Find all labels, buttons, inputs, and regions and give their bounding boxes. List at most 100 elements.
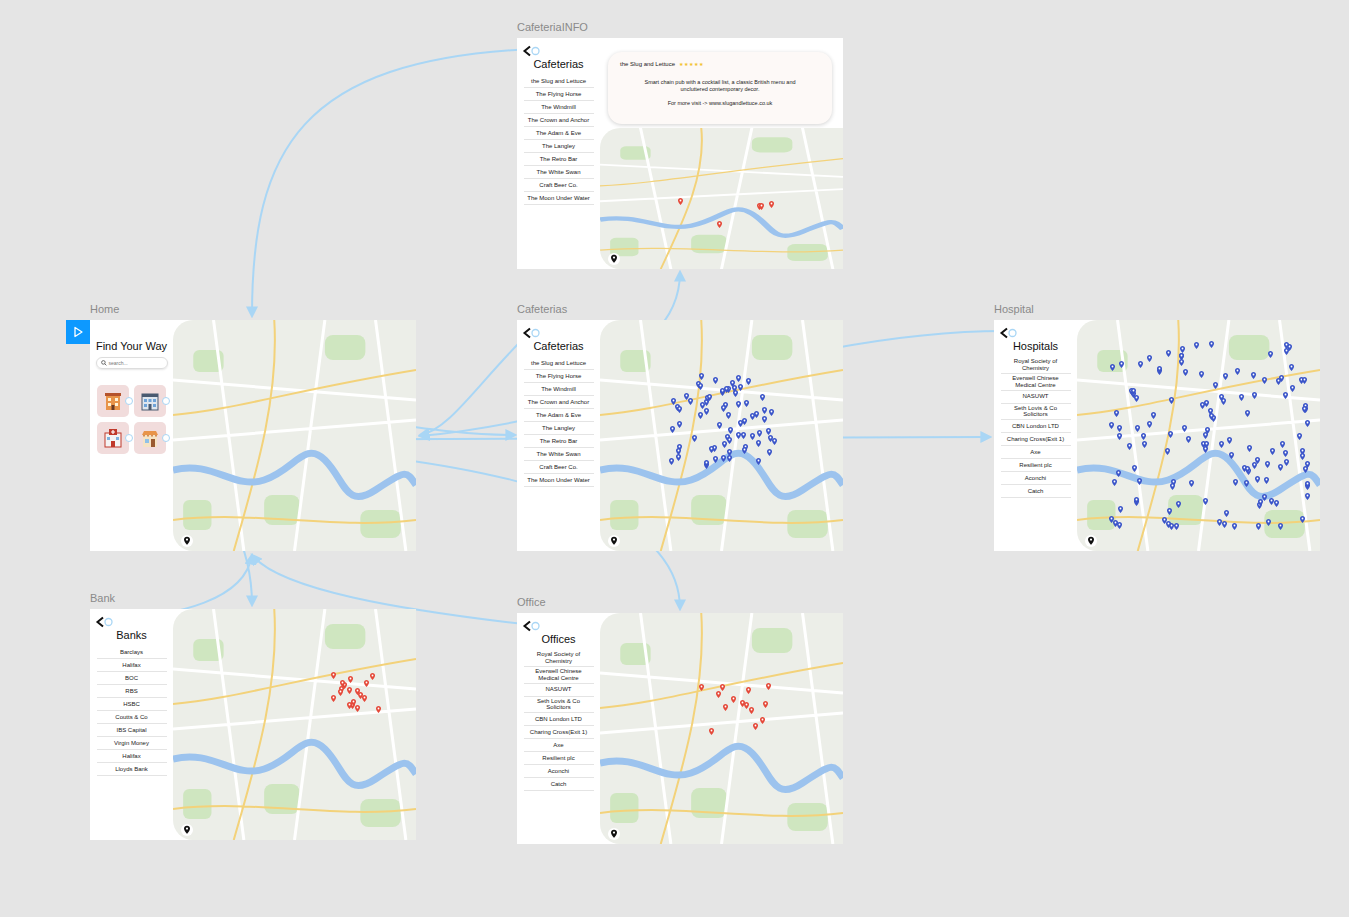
frame[interactable]: Cafeterias the Slug and LettuceThe Flyin…	[517, 38, 843, 269]
map-pin-icon[interactable]	[762, 416, 767, 423]
map-pin-icon[interactable]	[1179, 359, 1184, 366]
map-pin-icon[interactable]	[750, 433, 755, 440]
place-list-item[interactable]: The Crown and Anchor	[524, 396, 594, 409]
locate-button[interactable]	[608, 533, 620, 545]
place-list-item[interactable]: Virgin Money	[97, 737, 167, 750]
map-pin-icon[interactable]	[1116, 470, 1121, 477]
frame-label[interactable]: CafeteriaINFO	[517, 21, 588, 33]
map-pin-icon[interactable]	[1134, 497, 1139, 504]
map-pin-icon[interactable]	[1180, 346, 1185, 353]
map-pin-icon[interactable]	[1255, 476, 1260, 483]
map-pin-icon[interactable]	[732, 385, 737, 392]
map-pin-icon[interactable]	[763, 701, 768, 708]
map-pin-icon[interactable]	[348, 676, 353, 683]
map-pin-icon[interactable]	[756, 440, 761, 447]
place-list-item[interactable]: The Flying Horse	[524, 370, 594, 383]
map-pin-icon[interactable]	[699, 373, 704, 380]
map-pin-icon[interactable]	[1252, 462, 1257, 469]
map-pin-icon[interactable]	[1302, 377, 1307, 384]
map-pin-icon[interactable]	[742, 418, 747, 425]
place-list-item[interactable]: The Langley	[524, 422, 594, 435]
place-list-item[interactable]: NASUWT	[1001, 391, 1071, 404]
back-button[interactable]	[521, 325, 541, 337]
map-pin-icon[interactable]	[677, 406, 682, 413]
map-pin-icon[interactable]	[1283, 450, 1288, 457]
place-list-item[interactable]: The White Swan	[524, 448, 594, 461]
map-pin-icon[interactable]	[1289, 364, 1294, 371]
map-pin-icon[interactable]	[757, 430, 762, 437]
back-button[interactable]	[521, 43, 541, 55]
map-pin-icon[interactable]	[721, 405, 726, 412]
map-pin-icon[interactable]	[744, 702, 749, 709]
map-pin-icon[interactable]	[1112, 479, 1117, 486]
map-pin-icon[interactable]	[1305, 481, 1310, 488]
map-pin-icon[interactable]	[1167, 508, 1172, 515]
map-pin-icon[interactable]	[723, 704, 728, 711]
map-pin-icon[interactable]	[1284, 348, 1289, 355]
place-list-item[interactable]: Craft Beer Co.	[524, 461, 594, 474]
frame[interactable]: Offices Royal Society of ChemistryEverwe…	[517, 613, 843, 844]
map-pin-icon[interactable]	[331, 695, 336, 702]
map-pin-icon[interactable]	[1297, 433, 1302, 440]
map-pin-icon[interactable]	[717, 422, 722, 429]
map-pin-icon[interactable]	[699, 684, 704, 691]
map-pin-icon[interactable]	[1109, 516, 1114, 523]
map[interactable]	[600, 128, 843, 269]
frame[interactable]: Find Your Way search...	[90, 320, 416, 551]
map-pin-icon[interactable]	[1200, 402, 1205, 409]
map-pin-icon[interactable]	[749, 707, 754, 714]
map-pin-icon[interactable]	[1232, 523, 1237, 530]
map-pin-icon[interactable]	[677, 421, 682, 428]
map-pin-icon[interactable]	[741, 432, 746, 439]
map-pin-icon[interactable]	[727, 437, 732, 444]
map-pin-icon[interactable]	[1194, 342, 1199, 349]
map-pin-icon[interactable]	[1157, 366, 1162, 373]
map-pin-icon[interactable]	[1213, 382, 1218, 389]
map-pin-icon[interactable]	[1166, 521, 1171, 528]
map-pin-icon[interactable]	[698, 412, 703, 419]
map-pin-icon[interactable]	[1224, 510, 1229, 517]
map-pin-icon[interactable]	[717, 221, 722, 228]
map-pin-icon[interactable]	[1302, 406, 1307, 413]
map-pin-icon[interactable]	[1135, 425, 1140, 432]
map-pin-icon[interactable]	[1147, 421, 1152, 428]
map-pin-icon[interactable]	[704, 460, 709, 467]
map-pin-icon[interactable]	[753, 723, 758, 730]
map-pin-icon[interactable]	[1264, 477, 1269, 484]
map-pin-icon[interactable]	[716, 691, 721, 698]
map-pin-icon[interactable]	[1168, 431, 1173, 438]
category-tile[interactable]	[97, 385, 129, 417]
map-pin-icon[interactable]	[670, 426, 675, 433]
map-pin-icon[interactable]	[754, 411, 759, 418]
map-pin-icon[interactable]	[1109, 422, 1114, 429]
map-pin-icon[interactable]	[1229, 452, 1234, 459]
map-pin-icon[interactable]	[370, 673, 375, 680]
map-pin-icon[interactable]	[1141, 433, 1146, 440]
map-pin-icon[interactable]	[1284, 342, 1289, 349]
map-pin-icon[interactable]	[1117, 433, 1122, 440]
map[interactable]	[600, 613, 843, 844]
locate-button[interactable]	[1085, 533, 1097, 545]
place-list-item[interactable]: The Langley	[524, 140, 594, 153]
map[interactable]	[173, 320, 416, 551]
map-pin-icon[interactable]	[1114, 410, 1119, 417]
place-list-item[interactable]: the Slug and Lettuce	[524, 75, 594, 88]
map-pin-icon[interactable]	[1132, 465, 1137, 472]
map-pin-icon[interactable]	[671, 398, 676, 405]
map-pin-icon[interactable]	[1137, 478, 1142, 485]
map-pin-icon[interactable]	[1244, 480, 1249, 487]
locate-button[interactable]	[181, 822, 193, 834]
map-pin-icon[interactable]	[1199, 371, 1204, 378]
map-pin-icon[interactable]	[1205, 427, 1210, 434]
place-list-item[interactable]: Resilient plc	[1001, 459, 1071, 472]
map-pin-icon[interactable]	[772, 438, 777, 445]
map-pin-icon[interactable]	[736, 375, 741, 382]
place-list-item[interactable]: The Windmill	[524, 101, 594, 114]
back-button[interactable]	[998, 325, 1018, 337]
place-list-item[interactable]: The Flying Horse	[524, 88, 594, 101]
map-pin-icon[interactable]	[1245, 410, 1250, 417]
place-link[interactable]: For more visit -> www.slugandlettuce.co.…	[620, 100, 820, 106]
place-list-item[interactable]: Aconchi	[1001, 472, 1071, 485]
map-pin-icon[interactable]	[759, 203, 764, 210]
map-pin-icon[interactable]	[720, 388, 725, 395]
